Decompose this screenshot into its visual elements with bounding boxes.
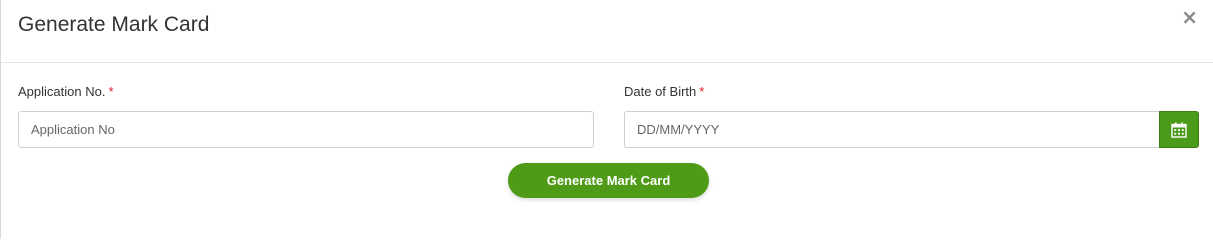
required-marker: * [108, 84, 114, 99]
date-of-birth-input[interactable] [624, 111, 1160, 148]
generate-mark-card-modal: Generate Mark Card × Application No.* Da… [0, 0, 1213, 239]
application-no-label: Application No. * [18, 84, 114, 99]
generate-mark-card-button[interactable]: Generate Mark Card [508, 163, 709, 198]
calendar-icon [1171, 122, 1187, 138]
date-of-birth-label: Date of Birth * [624, 84, 705, 99]
application-no-group: Application No. * [18, 84, 114, 99]
required-marker: * [699, 84, 705, 99]
date-of-birth-group: Date of Birth * [624, 84, 704, 99]
modal-title: Generate Mark Card [18, 13, 210, 36]
close-button[interactable]: × [1181, 7, 1198, 27]
date-picker-button[interactable] [1159, 111, 1199, 148]
modal-header: Generate Mark Card × [1, 0, 1213, 63]
application-no-input[interactable] [18, 111, 594, 148]
